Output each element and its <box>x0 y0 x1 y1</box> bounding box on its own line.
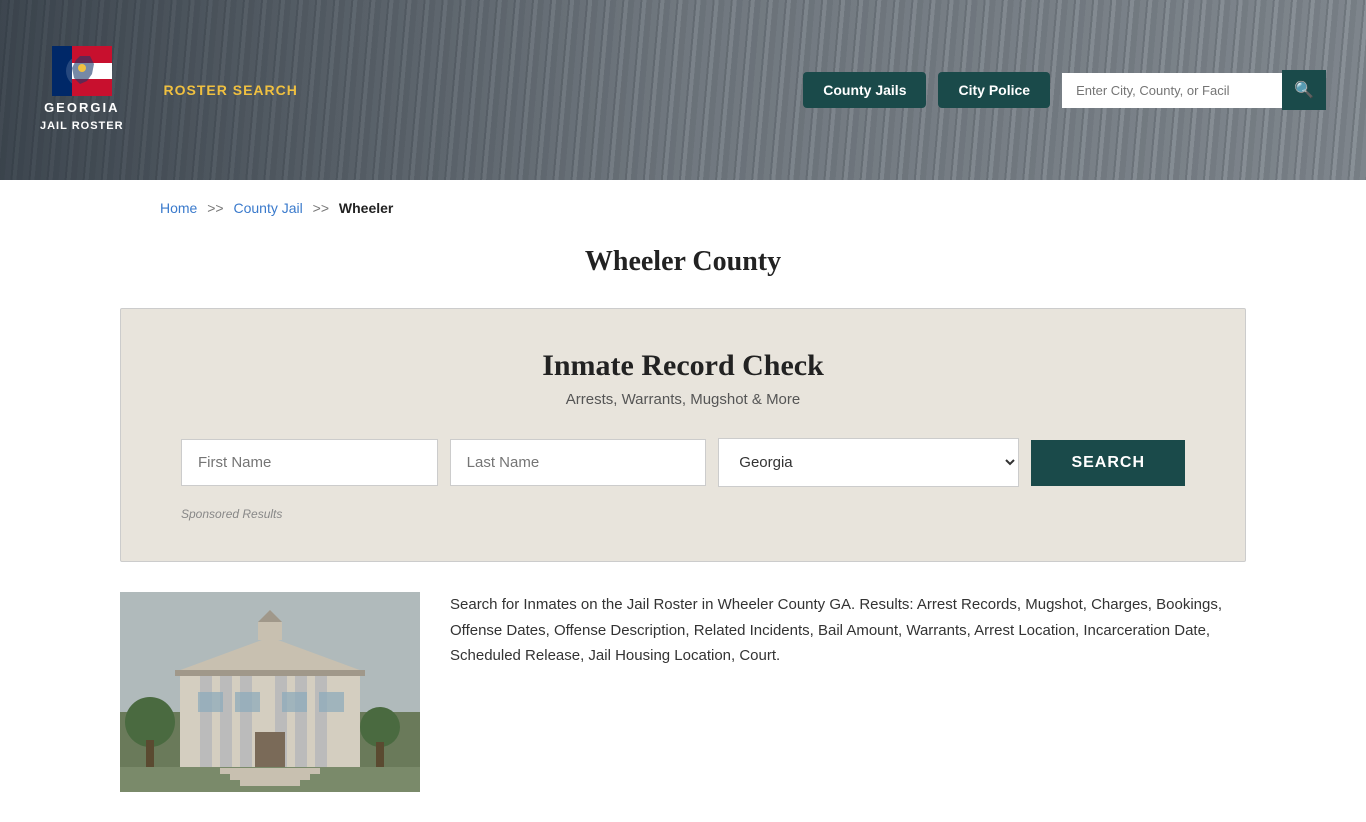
description-text: Search for Inmates on the Jail Roster in… <box>450 592 1246 669</box>
breadcrumb-home-link[interactable]: Home <box>160 200 197 216</box>
breadcrumb-sep2: >> <box>313 200 329 216</box>
header-content: GEORGIA JAIL ROSTER ROSTER SEARCH County… <box>0 0 1366 180</box>
courthouse-svg <box>120 592 420 792</box>
site-search-input[interactable] <box>1062 73 1282 108</box>
breadcrumb-county-jail-link[interactable]: County Jail <box>234 200 303 216</box>
inmate-search-button[interactable]: SEARCH <box>1031 440 1185 486</box>
record-check-title: Inmate Record Check <box>181 349 1185 383</box>
record-check-subtitle: Arrests, Warrants, Mugshot & More <box>181 391 1185 408</box>
city-police-button[interactable]: City Police <box>938 72 1050 108</box>
breadcrumb-current: Wheeler <box>339 200 393 216</box>
site-logo[interactable]: GEORGIA JAIL ROSTER <box>40 46 124 134</box>
county-jails-button[interactable]: County Jails <box>803 72 926 108</box>
nav-right: County Jails City Police 🔍 <box>803 70 1326 110</box>
roster-search-nav[interactable]: ROSTER SEARCH <box>164 82 298 98</box>
site-name: GEORGIA JAIL ROSTER <box>40 100 124 134</box>
inmate-search-form: Georgia Alabama Florida SEARCH <box>181 438 1185 487</box>
state-select[interactable]: Georgia Alabama Florida <box>718 438 1019 487</box>
bottom-section: Search for Inmates on the Jail Roster in… <box>0 562 1366 822</box>
site-search-button[interactable]: 🔍 <box>1282 70 1326 110</box>
record-check-card: Inmate Record Check Arrests, Warrants, M… <box>120 308 1246 562</box>
search-icon: 🔍 <box>1294 82 1314 99</box>
hero-banner: GEORGIA JAIL ROSTER ROSTER SEARCH County… <box>0 0 1366 180</box>
courthouse-image <box>120 592 420 792</box>
sponsored-label: Sponsored Results <box>181 507 1185 521</box>
site-search-bar: 🔍 <box>1062 70 1326 110</box>
page-title-section: Wheeler County <box>0 236 1366 308</box>
page-title: Wheeler County <box>0 246 1366 278</box>
breadcrumb: Home >> County Jail >> Wheeler <box>0 180 1366 236</box>
first-name-input[interactable] <box>181 439 438 486</box>
last-name-input[interactable] <box>450 439 707 486</box>
breadcrumb-sep1: >> <box>207 200 223 216</box>
georgia-flag-icon <box>52 46 112 96</box>
